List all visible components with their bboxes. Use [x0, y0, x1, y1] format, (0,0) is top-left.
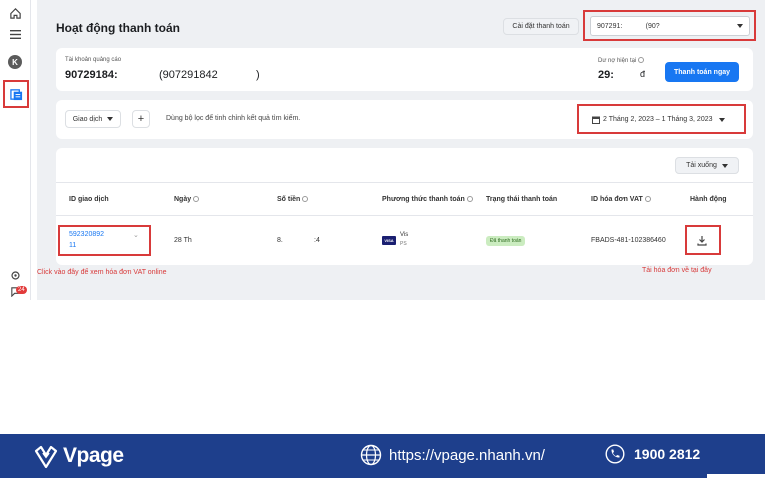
info-icon [193, 196, 200, 202]
col-vat-invoice-id-label: ID hóa đơn VAT [591, 196, 643, 203]
download-button[interactable]: Tải xuống [675, 157, 739, 174]
annotation-download-invoice: Tải hóa đơn về tại đây [642, 267, 712, 274]
brand-name: Vpage [63, 444, 124, 467]
website-url: https://vpage.nhanh.vn/ [389, 446, 545, 464]
globe-icon [360, 444, 382, 466]
hotline[interactable]: 1900 2812 [605, 444, 700, 464]
balance-label: Dư nợ hiện tại [598, 57, 645, 64]
col-payment-status: Trạng thái thanh toán [486, 196, 558, 203]
info-icon [302, 196, 309, 202]
annotation-view-invoice: Click vào đây để xem hóa đơn VAT online [37, 269, 167, 276]
balance-value: 29: [598, 69, 614, 81]
status-badge: Đã thanh toán [486, 236, 526, 246]
filter-hint: Dùng bộ lọc để tinh chỉnh kết quả tìm ki… [166, 115, 301, 122]
col-date-label: Ngày [174, 196, 192, 203]
notification-badge: 24 [16, 286, 27, 294]
info-icon [644, 196, 651, 202]
hotline-number: 1900 2812 [634, 446, 701, 462]
col-payment-method-label: Phương thức thanh toán [382, 196, 465, 203]
ad-account-id: 90729184: [65, 69, 118, 81]
highlight-download-action [685, 225, 721, 255]
info-icon [466, 196, 473, 202]
billing-icon [9, 88, 22, 100]
col-transaction-id: ID giao dịch [69, 196, 109, 203]
chevron-down-icon [107, 117, 114, 121]
page-title: Hoạt động thanh toán [56, 21, 180, 35]
balance-currency: đ [640, 69, 646, 79]
payment-settings-button[interactable]: Cài đặt thanh toán [503, 18, 579, 35]
home-icon[interactable] [5, 4, 25, 22]
col-amount-label: Số tiền [277, 196, 301, 203]
footer-corner [707, 474, 765, 478]
transactions-table [56, 148, 753, 265]
footer-banner: Vpage https://vpage.nhanh.vn/ 1900 2812 [0, 434, 765, 478]
download-label: Tải xuống [686, 162, 717, 169]
vat-invoice-id: FBADS-481-102386460 [591, 237, 666, 244]
highlight-account-select [583, 10, 756, 41]
ad-account-label: Tài khoản quảng cáo [65, 57, 122, 63]
account-card: Tài khoản quảng cáo 90729184: (907291842… [56, 48, 753, 91]
transaction-type-value: Giao dịch [72, 115, 103, 123]
ad-account-id-alt: (907291842 [159, 69, 218, 81]
highlight-date-range [577, 104, 746, 134]
left-rail: K 24 [0, 0, 31, 300]
payment-name: Vis [400, 232, 409, 238]
col-vat-invoice-id: ID hóa đơn VAT [591, 196, 651, 203]
balance-label-text: Dư nợ hiện tại [598, 58, 637, 64]
vpage-logo-icon [34, 445, 58, 469]
date-cell: 28 Th [174, 237, 192, 244]
ad-account-id-alt-close: ) [256, 69, 260, 81]
col-action: Hành động [690, 196, 727, 203]
avatar[interactable]: K [8, 55, 22, 69]
chevron-down-icon [721, 163, 728, 168]
add-filter-button[interactable]: + [132, 110, 150, 128]
billing-page: Hoạt động thanh toán Cài đặt thanh toán … [37, 0, 765, 300]
visa-card-icon: VISA [382, 236, 396, 245]
info-icon [638, 57, 645, 63]
divider [56, 182, 753, 183]
divider [56, 215, 753, 216]
col-payment-method: Phương thức thanh toán [382, 196, 473, 203]
col-date: Ngày [174, 196, 200, 203]
phone-icon [605, 444, 625, 464]
transaction-type-select[interactable]: Giao dịch [65, 110, 121, 128]
billing-nav-button[interactable] [3, 80, 29, 108]
website[interactable]: https://vpage.nhanh.vn/ [360, 444, 545, 466]
highlight-transaction-id [58, 225, 151, 256]
amount-cell: 8. [277, 237, 283, 244]
amount-cell-suffix: :4 [314, 237, 320, 244]
menu-icon[interactable] [5, 25, 25, 43]
col-amount: Số tiền [277, 196, 309, 203]
vpage-logo: Vpage [33, 442, 124, 470]
pay-now-button[interactable]: Thanh toán ngay [665, 62, 739, 82]
payment-suffix: PS [400, 241, 407, 247]
